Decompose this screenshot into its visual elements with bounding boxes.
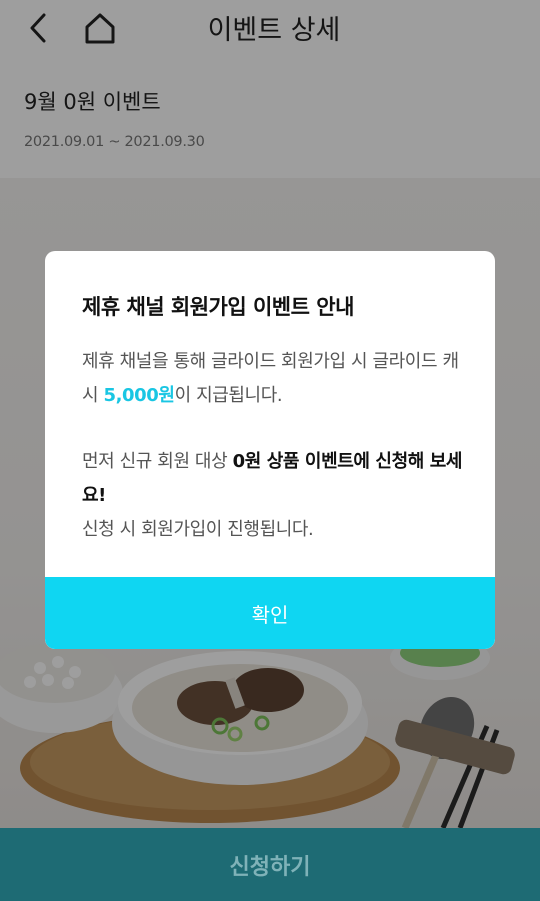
modal-body: 제휴 채널을 통해 글라이드 회원가입 시 글라이드 캐시 5,000원이 지급… <box>82 345 472 547</box>
modal-paragraph-cash: 제휴 채널을 통해 글라이드 회원가입 시 글라이드 캐시 5,000원이 지급… <box>82 345 472 413</box>
modal-paragraph-apply: 먼저 신규 회원 대상 0원 상품 이벤트에 신청해 보세요! <box>82 445 472 513</box>
cash-amount: 5,000원 <box>103 385 175 406</box>
event-info-modal: 제휴 채널 회원가입 이벤트 안내 제휴 채널을 통해 글라이드 회원가입 시 … <box>45 251 495 649</box>
apply-button[interactable]: 신청하기 <box>0 828 540 901</box>
confirm-button[interactable]: 확인 <box>45 577 495 649</box>
modal-paragraph-signup: 신청 시 회원가입이 진행됩니다. <box>82 519 314 540</box>
modal-text: 이 지급됩니다. <box>174 385 283 406</box>
modal-text: 먼저 신규 회원 대상 <box>82 451 233 472</box>
modal-title: 제휴 채널 회원가입 이벤트 안내 <box>82 295 354 319</box>
